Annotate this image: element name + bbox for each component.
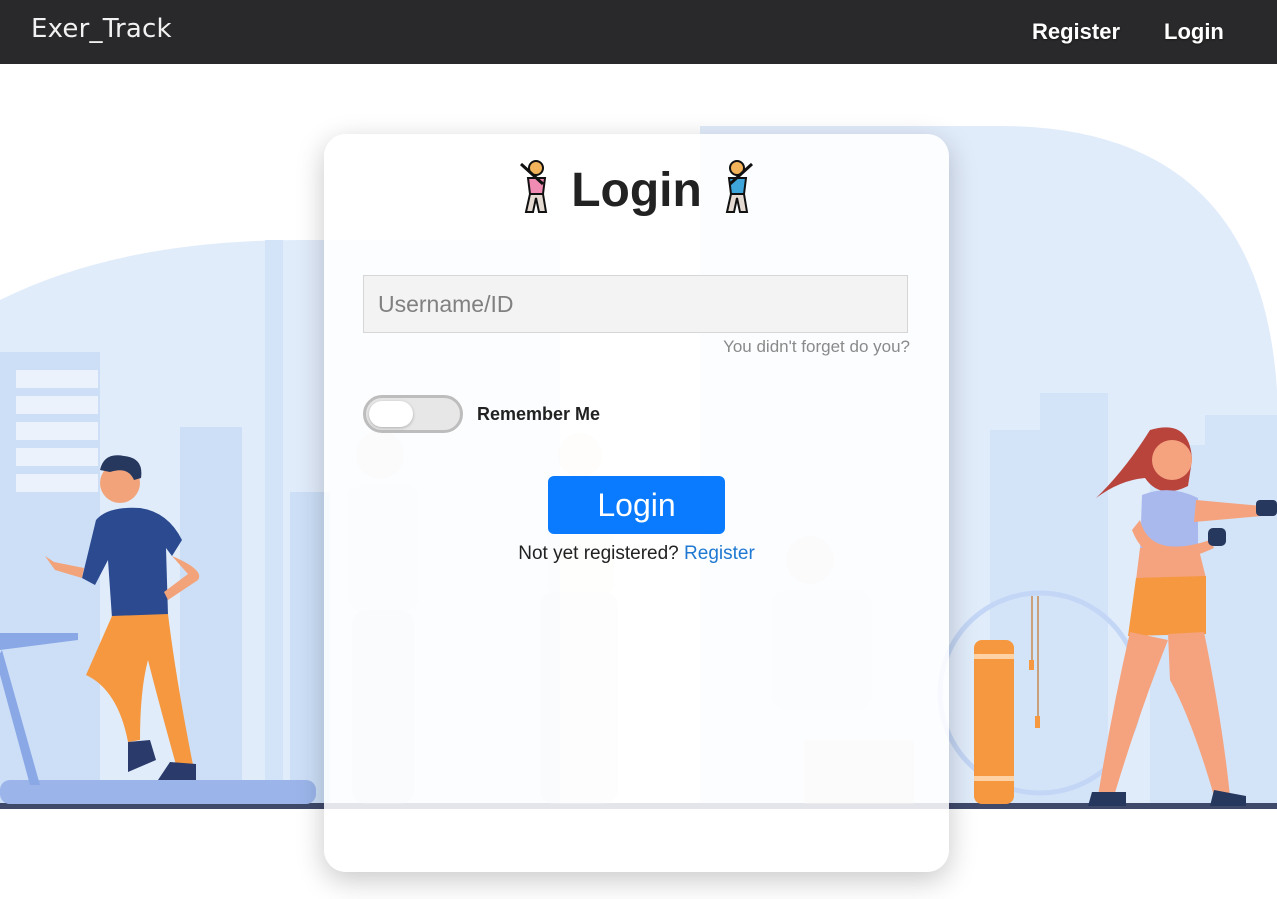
username-input[interactable]: [363, 275, 908, 333]
login-title-text: Login: [571, 164, 702, 217]
woman-golfing-icon: [520, 160, 548, 213]
brand-logo[interactable]: Exer_Track: [31, 14, 172, 44]
register-link[interactable]: Register: [684, 543, 755, 564]
nav-login-link[interactable]: Login: [1164, 19, 1224, 45]
register-prompt-line: Not yet registered? Register: [324, 543, 949, 565]
remember-me-toggle[interactable]: [363, 395, 463, 433]
man-golfing-icon: [725, 160, 753, 213]
login-card: Login You didn't forget do you? Remember…: [324, 134, 949, 872]
remember-me-label[interactable]: Remember Me: [477, 404, 600, 425]
login-title: Login: [324, 158, 949, 218]
top-navbar: Exer_Track Register Login: [0, 0, 1277, 64]
nav-register-link[interactable]: Register: [1032, 19, 1120, 45]
username-hint: You didn't forget do you?: [723, 337, 910, 356]
register-prompt-text: Not yet registered?: [518, 543, 679, 564]
login-button[interactable]: Login: [548, 476, 725, 534]
toggle-knob: [369, 401, 413, 427]
